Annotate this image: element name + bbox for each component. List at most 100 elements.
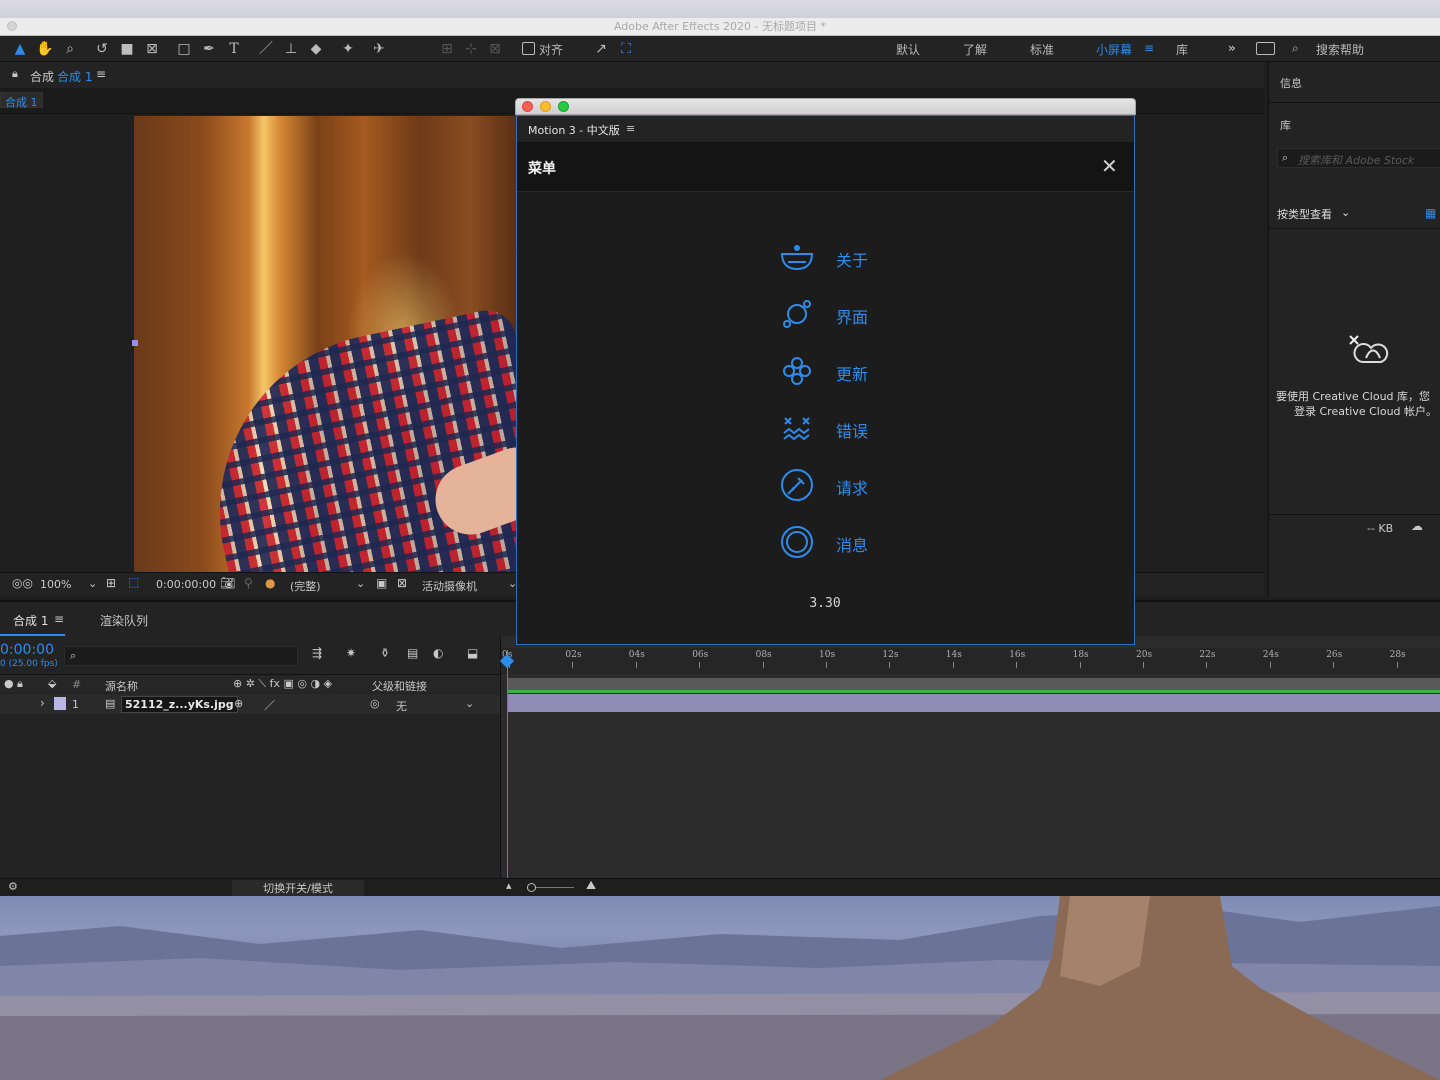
channels-icon[interactable]: ● [265, 576, 275, 590]
roto-brush-tool-icon[interactable]: ✦ [339, 40, 357, 58]
viewer-timecode[interactable]: 0:00:00:00 [156, 578, 216, 591]
resolution-select[interactable]: (完整) [290, 578, 321, 594]
parent-link-header[interactable]: 父级和链接 [372, 678, 427, 694]
camera-tool-icon[interactable]: ■ [118, 40, 136, 58]
timeline-tab-render-queue[interactable]: 渲染队列 [100, 612, 148, 629]
mask-view-icon[interactable]: ◎◎ [12, 576, 33, 590]
window-close-dot[interactable] [7, 21, 17, 31]
workspace-menu-icon[interactable]: ≡ [1144, 41, 1154, 55]
timeline-current-time[interactable]: 0:00:00 [0, 642, 54, 658]
puppet-tool-icon[interactable]: ✈ [370, 40, 388, 58]
graph-editor-icon[interactable]: ⬓ [467, 646, 478, 660]
snapshot-camera-icon[interactable]: 📷︎ [220, 576, 235, 590]
dialog-tab-title[interactable]: Motion 3 - 中文版 [528, 122, 620, 138]
parent-select[interactable]: 无 [396, 698, 407, 714]
shy-layers-icon[interactable]: ⚱ [380, 646, 390, 660]
timeline-tab-menu-icon[interactable]: ≡ [54, 612, 64, 626]
dialog-tab-menu-icon[interactable]: ≡ [626, 122, 635, 135]
zoom-in-icon[interactable]: ⛰ [586, 878, 596, 893]
snap-target-icon[interactable]: ⛶ [617, 40, 635, 58]
grid-view-icon[interactable]: ▦ [1425, 206, 1436, 220]
cloud-sync-icon[interactable]: ☁︎ [1411, 519, 1423, 533]
menu-item-messages[interactable]: 消息 [780, 525, 920, 559]
frame-blending-icon[interactable]: ▤ [407, 646, 418, 660]
comp-mini-flowchart-icon[interactable]: ⇶ [312, 646, 322, 660]
layer-quality-switch-icon[interactable]: ／ [264, 697, 275, 713]
title-safe-icon[interactable]: ⊞ [106, 576, 116, 590]
zoom-out-icon[interactable]: ▴ [506, 879, 512, 892]
layer-expand-chevron-icon[interactable]: › [40, 696, 45, 710]
zoom-dropdown-icon[interactable]: ⌄ [88, 577, 97, 590]
snap-icon[interactable]: ↗ [592, 40, 610, 58]
rotate-tool-icon[interactable]: ↺ [93, 40, 111, 58]
dialog-zoom-button[interactable] [558, 101, 569, 112]
libraries-panel-title[interactable]: 库 [1280, 117, 1291, 133]
workspace-switch-icon[interactable] [1256, 42, 1275, 55]
align-checkbox[interactable] [522, 42, 535, 55]
more-workspaces-icon[interactable]: » [1228, 41, 1236, 55]
lock-icon[interactable]: 🔒︎ [12, 67, 18, 81]
show-snapshot-icon[interactable]: ⚲ [244, 576, 253, 590]
pen-tool-icon[interactable]: ✒ [200, 40, 218, 58]
parent-dropdown-icon[interactable]: ⌄ [465, 697, 474, 710]
layer-shy-switch-icon[interactable]: ⊕ [234, 697, 243, 710]
playhead-line[interactable] [507, 650, 508, 880]
comp-tab-name[interactable]: 合成 1 [57, 68, 92, 85]
source-name-header[interactable]: 源名称 [105, 678, 138, 694]
work-area-bar[interactable] [507, 678, 1440, 690]
parent-pickwhip-icon[interactable]: ◎ [370, 697, 380, 710]
brush-tool-icon[interactable]: ／ [257, 40, 275, 58]
view-by-type-dropdown[interactable]: 按类型查看 [1277, 206, 1332, 222]
layer-label-color[interactable] [54, 697, 66, 710]
hand-tool-icon[interactable]: ✋ [36, 40, 54, 58]
render-time-icon[interactable]: ⚙ [8, 880, 18, 893]
library-search-field[interactable]: ⌕ 搜索库和 Adobe Stock [1277, 148, 1440, 168]
view-by-chevron-icon[interactable]: ⌄ [1341, 206, 1350, 219]
workspace-libraries[interactable]: 库 [1176, 41, 1188, 58]
info-panel-title[interactable]: 信息 [1280, 75, 1302, 91]
dialog-titlebar[interactable] [515, 98, 1136, 115]
search-help-input[interactable]: 搜索帮助 [1316, 41, 1364, 58]
menu-item-interface[interactable]: 界面 [780, 297, 920, 331]
timeline-search-field[interactable]: ⌕ [64, 646, 298, 666]
zoom-select[interactable]: 100% [40, 578, 71, 591]
dialog-close-button[interactable] [522, 101, 533, 112]
workspace-standard[interactable]: 标准 [1030, 41, 1054, 58]
dialog-minimize-button[interactable] [540, 101, 551, 112]
camera-select[interactable]: 活动摄像机 [422, 578, 477, 594]
layer-handle[interactable] [132, 340, 138, 346]
layer-duration-bar[interactable] [507, 694, 1440, 712]
menu-item-about[interactable]: 关于 [780, 240, 920, 274]
pan-behind-tool-icon[interactable]: ⊠ [143, 40, 161, 58]
time-ruler[interactable]: 0s02s04s06s08s10s12s14s16s18s20s22s24s26… [501, 648, 1440, 674]
workspace-small-screen[interactable]: 小屏幕 [1096, 41, 1132, 58]
search-help-icon[interactable]: ⌕ [1292, 41, 1299, 56]
composition-viewer-image[interactable] [134, 116, 516, 572]
type-tool-icon[interactable]: T [225, 40, 243, 58]
zoom-tool-icon[interactable]: ⌕ [61, 40, 79, 58]
menu-item-updates[interactable]: 更新 [780, 354, 920, 388]
workspace-learn[interactable]: 了解 [963, 41, 987, 58]
comp-flow-tab[interactable]: 合成 1 [0, 92, 43, 109]
workspace-default[interactable]: 默认 [896, 41, 920, 58]
menu-item-request[interactable]: 请求 [780, 468, 920, 502]
rectangle-tool-icon[interactable]: □ [175, 40, 193, 58]
draft-3d-icon[interactable]: ✷ [346, 646, 356, 660]
motion-blur-icon[interactable]: ◐ [433, 646, 443, 660]
comp-tab-menu-icon[interactable]: ≡ [96, 67, 106, 81]
resolution-dropdown-icon[interactable]: ⌄ [356, 577, 365, 590]
ruler-tick [1396, 662, 1398, 668]
toggle-switches-modes[interactable]: 切换开关/模式 [232, 880, 364, 896]
transparency-grid-icon[interactable]: ⊠ [397, 576, 407, 590]
fast-preview-icon[interactable]: ▣ [376, 576, 387, 590]
layer-name[interactable]: 52112_z...yKs.jpg [121, 696, 238, 713]
selection-tool-icon[interactable]: ▲ [11, 40, 29, 58]
eraser-tool-icon[interactable]: ◆ [307, 40, 325, 58]
timeline-tab-comp[interactable]: 合成 1 [13, 612, 48, 629]
clone-stamp-tool-icon[interactable]: ⊥ [282, 40, 300, 58]
table-row[interactable]: › 1 ▤ 52112_z...yKs.jpg ⊕ ／ ◎ 无 ⌄ [0, 694, 500, 714]
close-icon[interactable]: ✕ [1101, 154, 1118, 178]
menu-item-errors[interactable]: 错误 [780, 411, 920, 445]
region-of-interest-icon[interactable]: ⬚ [128, 575, 139, 589]
zoom-slider-thumb[interactable] [527, 883, 536, 892]
